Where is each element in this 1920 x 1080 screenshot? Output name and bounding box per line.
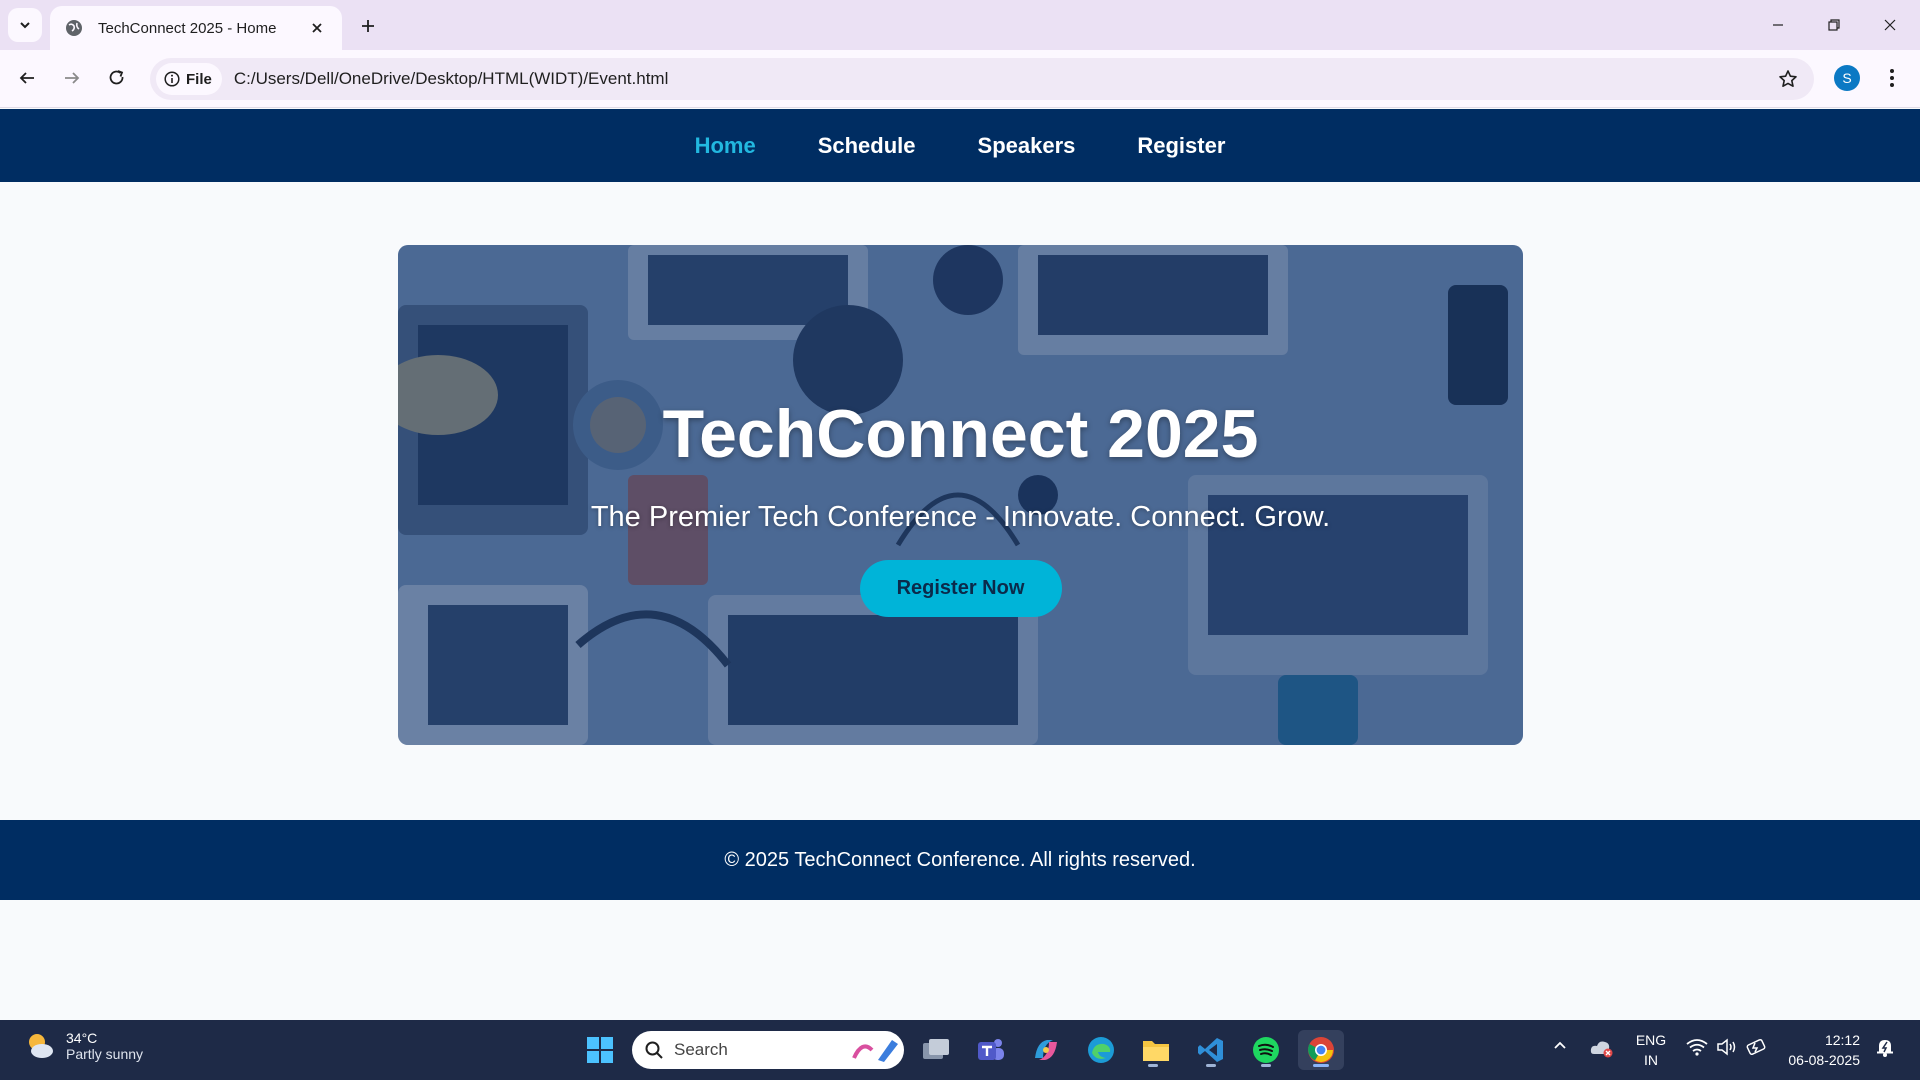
tab-active[interactable]: TechConnect 2025 - Home bbox=[50, 6, 342, 50]
edge-icon[interactable] bbox=[1081, 1030, 1121, 1070]
minimize-button[interactable] bbox=[1750, 0, 1806, 50]
restore-icon bbox=[1828, 19, 1840, 31]
weather-temperature: 34°C bbox=[66, 1030, 98, 1046]
reload-icon bbox=[109, 70, 124, 85]
bookmark-button[interactable] bbox=[1768, 59, 1808, 99]
browser-tab-strip: TechConnect 2025 - Home bbox=[0, 0, 1920, 50]
nav-link-register[interactable]: Register bbox=[1137, 133, 1225, 159]
copilot-search-art-icon bbox=[852, 1040, 898, 1062]
taskbar-search-placeholder: Search bbox=[674, 1040, 728, 1059]
notification-bell-icon[interactable] bbox=[1874, 1036, 1896, 1058]
teams-icon[interactable] bbox=[971, 1030, 1011, 1070]
weather-condition: Partly sunny bbox=[66, 1046, 144, 1062]
browser-toolbar: File C:/Users/Dell/OneDrive/Desktop/HTML… bbox=[0, 50, 1920, 108]
show-hidden-icons-chevron-icon[interactable] bbox=[1552, 1038, 1568, 1054]
info-icon bbox=[164, 71, 180, 87]
restore-button[interactable] bbox=[1806, 0, 1862, 50]
battery-icon[interactable] bbox=[1746, 1038, 1768, 1056]
hero-subtitle: The Premier Tech Conference - Innovate. … bbox=[590, 501, 1331, 533]
chip-label: File bbox=[186, 70, 212, 88]
tab-title: TechConnect 2025 - Home bbox=[98, 19, 277, 37]
windows-start-icon[interactable] bbox=[580, 1030, 620, 1070]
address-bar[interactable]: File C:/Users/Dell/OneDrive/Desktop/HTML… bbox=[150, 58, 1814, 100]
chrome-active-indicator bbox=[1313, 1064, 1329, 1067]
nav-link-home[interactable]: Home bbox=[695, 133, 756, 159]
windows-taskbar: 34°C Partly sunny Search ENG IN 12:12 06… bbox=[0, 1020, 1920, 1080]
close-window-button[interactable] bbox=[1862, 0, 1918, 50]
wifi-icon[interactable] bbox=[1686, 1038, 1708, 1056]
search-icon bbox=[645, 1041, 663, 1059]
vscode-running-indicator bbox=[1206, 1064, 1216, 1067]
chrome-icon[interactable] bbox=[1298, 1030, 1344, 1070]
clock-time: 12:12 bbox=[1824, 1032, 1860, 1048]
spotify-icon[interactable] bbox=[1246, 1030, 1286, 1070]
copilot-icon[interactable] bbox=[1026, 1030, 1066, 1070]
register-now-button[interactable]: Register Now bbox=[859, 560, 1062, 617]
forward-arrow-icon bbox=[65, 72, 80, 84]
chevron-down-icon bbox=[20, 22, 30, 29]
lang-region: IN bbox=[1644, 1052, 1658, 1068]
hero-content: TechConnect 2025 The Premier Tech Confer… bbox=[398, 245, 1523, 745]
site-info-chip[interactable]: File bbox=[156, 63, 222, 95]
site-navbar: Home Schedule Speakers Register bbox=[0, 109, 1920, 182]
new-tab-button[interactable] bbox=[352, 10, 384, 42]
globe-icon bbox=[64, 18, 84, 38]
minimize-icon bbox=[1773, 24, 1783, 26]
nav-link-speakers[interactable]: Speakers bbox=[978, 133, 1076, 159]
back-button[interactable] bbox=[9, 60, 45, 96]
vscode-icon[interactable] bbox=[1191, 1030, 1231, 1070]
profile-avatar[interactable]: S bbox=[1834, 65, 1860, 91]
kebab-menu-icon bbox=[1890, 69, 1894, 87]
reload-button[interactable] bbox=[99, 60, 135, 96]
partly-sunny-icon bbox=[29, 1034, 53, 1058]
url-text[interactable]: C:/Users/Dell/OneDrive/Desktop/HTML(WIDT… bbox=[234, 69, 1768, 89]
taskbar-search[interactable]: Search bbox=[632, 1031, 904, 1069]
weather-widget[interactable]: 34°C Partly sunny bbox=[24, 1030, 143, 1062]
volume-icon[interactable] bbox=[1716, 1038, 1738, 1056]
plus-icon bbox=[362, 20, 374, 32]
task-view-icon[interactable] bbox=[916, 1030, 956, 1070]
hero-banner: TechConnect 2025 The Premier Tech Confer… bbox=[398, 245, 1523, 745]
close-icon bbox=[1884, 19, 1896, 31]
star-icon bbox=[1779, 70, 1797, 87]
close-icon[interactable] bbox=[306, 17, 328, 39]
system-clock[interactable]: 12:12 06-08-2025 bbox=[1782, 1030, 1860, 1070]
input-language-indicator[interactable]: ENG IN bbox=[1634, 1030, 1668, 1070]
page-viewport: Home Schedule Speakers Register TechConn… bbox=[0, 109, 1920, 1020]
explorer-running-indicator bbox=[1148, 1064, 1158, 1067]
browser-menu-button[interactable] bbox=[1876, 62, 1908, 94]
site-footer: © 2025 TechConnect Conference. All right… bbox=[0, 820, 1920, 900]
forward-button[interactable] bbox=[54, 60, 90, 96]
clock-date: 06-08-2025 bbox=[1788, 1052, 1860, 1068]
footer-copyright: © 2025 TechConnect Conference. All right… bbox=[724, 848, 1196, 871]
tab-search-button[interactable] bbox=[8, 8, 42, 42]
onedrive-error-icon[interactable] bbox=[1590, 1038, 1614, 1058]
file-explorer-icon[interactable] bbox=[1136, 1030, 1176, 1070]
back-arrow-icon bbox=[19, 72, 34, 84]
spotify-running-indicator bbox=[1261, 1064, 1271, 1067]
hero-title: TechConnect 2025 bbox=[662, 396, 1259, 472]
nav-link-schedule[interactable]: Schedule bbox=[818, 133, 916, 159]
lang-code: ENG bbox=[1635, 1032, 1667, 1048]
